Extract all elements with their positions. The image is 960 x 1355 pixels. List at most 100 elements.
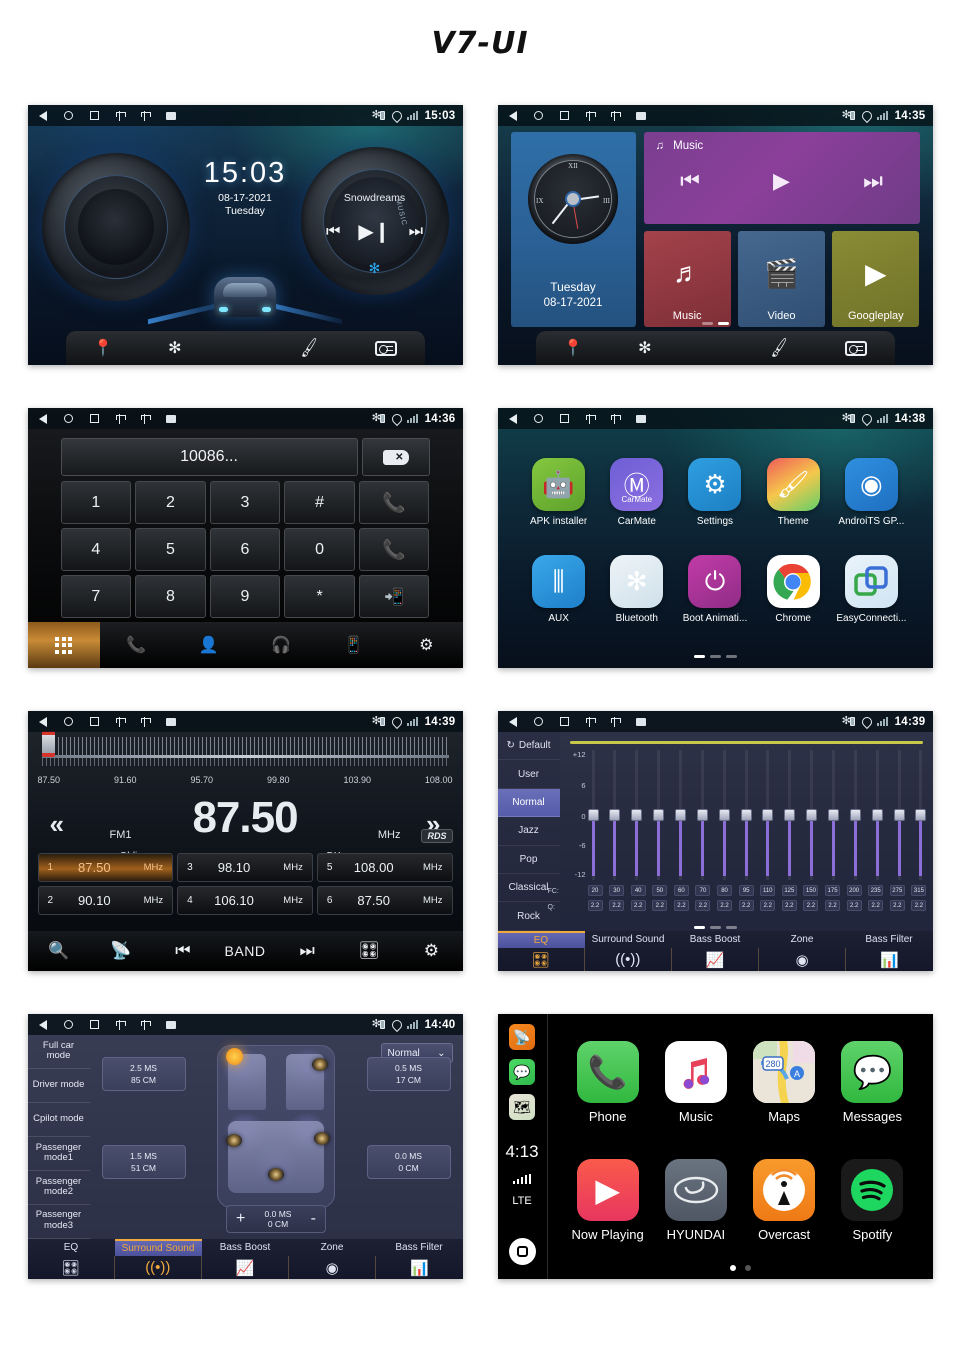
tile-googleplay[interactable]: ▶ Googleplay: [832, 231, 920, 327]
nav-contacts[interactable]: 👤: [173, 622, 246, 668]
zone-icon[interactable]: ◉: [289, 1256, 377, 1279]
eq-slider[interactable]: [653, 750, 665, 880]
scan-icon[interactable]: 📡: [90, 941, 152, 961]
eq-slider[interactable]: [587, 750, 599, 880]
tuning-scale[interactable]: [41, 737, 449, 773]
carplay-app-music[interactable]: Music: [652, 1024, 740, 1142]
q-value[interactable]: 2.2: [717, 900, 733, 911]
delay-rear-right[interactable]: 0.0 MS 0 CM: [366, 1145, 451, 1179]
bass-boost-icon[interactable]: 📈: [202, 1256, 290, 1279]
settings-icon[interactable]: ⚙: [400, 941, 462, 961]
app-apk-installer[interactable]: 🤖 APK installer: [522, 446, 596, 539]
preset-4[interactable]: 4 106.10 MHz: [177, 886, 313, 915]
recents-icon[interactable]: [89, 717, 99, 726]
preset-6[interactable]: 6 87.50 MHz: [316, 886, 453, 915]
recents-icon[interactable]: [559, 111, 569, 120]
eq-slider[interactable]: [871, 750, 883, 880]
eq-slider[interactable]: [740, 750, 752, 880]
call-answer-icon[interactable]: 📞: [358, 481, 430, 524]
carplay-app-now-playing[interactable]: ▶ Now Playing: [564, 1142, 652, 1260]
home-icon[interactable]: [63, 111, 73, 120]
eq-slider[interactable]: [827, 750, 839, 880]
call-end-icon[interactable]: 📞: [358, 528, 430, 571]
eq-slider[interactable]: [849, 750, 861, 880]
tab-surround-sound[interactable]: Surround Sound: [114, 1239, 202, 1256]
recents-icon[interactable]: [89, 414, 99, 423]
carplay-app-phone[interactable]: 📞 Phone: [564, 1024, 652, 1142]
nav-dialpad[interactable]: [27, 622, 100, 668]
tab-bass-boost[interactable]: Bass Boost: [672, 931, 759, 948]
fc-value[interactable]: 150: [803, 885, 819, 896]
home-button-icon[interactable]: [508, 1238, 536, 1265]
q-value[interactable]: 2.2: [738, 900, 754, 911]
q-value[interactable]: 2.2: [630, 900, 646, 911]
play-icon[interactable]: ▶: [773, 168, 790, 194]
equalizer-icon[interactable]: 🎛: [338, 941, 400, 961]
fc-value[interactable]: 125: [781, 885, 797, 896]
dialed-number[interactable]: 10086...: [60, 438, 358, 476]
fc-value[interactable]: 60: [673, 885, 689, 896]
key-2[interactable]: 2: [135, 481, 206, 524]
fc-value[interactable]: 40: [630, 885, 646, 896]
carplay-app-hyundai[interactable]: HYUNDAI: [652, 1142, 740, 1260]
q-value[interactable]: 2.2: [911, 900, 927, 911]
tab-zone[interactable]: Zone: [289, 1239, 376, 1256]
key-7[interactable]: 7: [60, 575, 132, 618]
nav-settings[interactable]: ⚙: [390, 622, 463, 668]
navigation-icon[interactable]: 📍: [563, 338, 583, 358]
back-icon[interactable]: [38, 716, 47, 727]
equalizer-icon[interactable]: 🎛: [28, 1256, 115, 1279]
fc-value[interactable]: 200: [846, 885, 862, 896]
tab-eq[interactable]: EQ: [28, 1239, 115, 1256]
surround-icon[interactable]: ((•)): [585, 948, 672, 971]
app-aux[interactable]: ⫼ AUX: [522, 543, 596, 636]
q-value[interactable]: 2.2: [868, 900, 884, 911]
next-track-icon[interactable]: ⏭: [409, 223, 423, 241]
app-carmate[interactable]: Ⓜ CarMate CarMate: [600, 446, 674, 539]
mode-passenger-2[interactable]: Passenger mode2: [27, 1171, 90, 1205]
equalizer-icon[interactable]: 🎛: [498, 948, 585, 971]
app-theme[interactable]: 🖌 Theme: [756, 446, 830, 539]
q-value[interactable]: 2.2: [652, 900, 668, 911]
app-bluetooth[interactable]: ✻ Bluetooth: [600, 543, 674, 636]
tab-eq[interactable]: EQ: [497, 931, 585, 948]
delay-front-right[interactable]: 0.5 MS 17 CM: [366, 1057, 451, 1091]
key-hash[interactable]: #: [284, 481, 355, 524]
maps-icon[interactable]: 🗺: [509, 1094, 535, 1120]
tab-bass-boost[interactable]: Bass Boost: [202, 1239, 289, 1256]
play-pause-icon[interactable]: ▶❙: [358, 219, 390, 244]
preset-5[interactable]: 5 108.00 MHz: [316, 853, 453, 882]
nav-bt-audio[interactable]: 🎧: [245, 622, 318, 668]
tab-bass-filter[interactable]: Bass Filter: [846, 931, 933, 948]
radio-icon[interactable]: [844, 340, 867, 356]
recents-icon[interactable]: [559, 414, 569, 423]
delay-rear-left[interactable]: 1.5 MS 51 CM: [101, 1145, 186, 1179]
eq-slider[interactable]: [806, 750, 818, 880]
fc-value[interactable]: 20: [587, 885, 603, 896]
app-boot-animation[interactable]: ⏻ Boot Animati...: [678, 543, 752, 636]
mode-cpilot[interactable]: Cpilot mode: [27, 1103, 90, 1137]
mode-passenger-3[interactable]: Passenger mode3: [27, 1205, 90, 1239]
listening-position-marker[interactable]: [226, 1048, 243, 1065]
tuning-cursor[interactable]: [41, 731, 55, 757]
q-value[interactable]: 2.2: [760, 900, 776, 911]
backspace-button[interactable]: ✕: [361, 438, 430, 476]
tab-zone[interactable]: Zone: [759, 931, 846, 948]
home-icon[interactable]: [63, 717, 73, 726]
home-icon[interactable]: [63, 414, 73, 423]
key-3[interactable]: 3: [209, 481, 281, 524]
app-settings[interactable]: ⚙ Settings: [678, 446, 752, 539]
q-value[interactable]: 2.2: [803, 900, 819, 911]
fc-value[interactable]: 50: [652, 885, 668, 896]
app-easyconnection[interactable]: EasyConnecti...: [834, 543, 908, 636]
rds-badge[interactable]: RDS: [421, 829, 453, 843]
carplay-app-spotify[interactable]: Spotify: [828, 1142, 916, 1260]
carplay-app-messages[interactable]: 💬 Messages: [828, 1024, 916, 1142]
theme-icon[interactable]: 🖌: [298, 336, 322, 360]
key-star[interactable]: *: [284, 575, 355, 618]
prev-track-icon[interactable]: ⏮: [680, 168, 700, 194]
search-icon[interactable]: 🔍: [28, 941, 90, 961]
q-value[interactable]: 2.2: [695, 900, 711, 911]
nav-bt-device[interactable]: 📱: [318, 622, 391, 668]
q-value[interactable]: 2.2: [587, 900, 603, 911]
